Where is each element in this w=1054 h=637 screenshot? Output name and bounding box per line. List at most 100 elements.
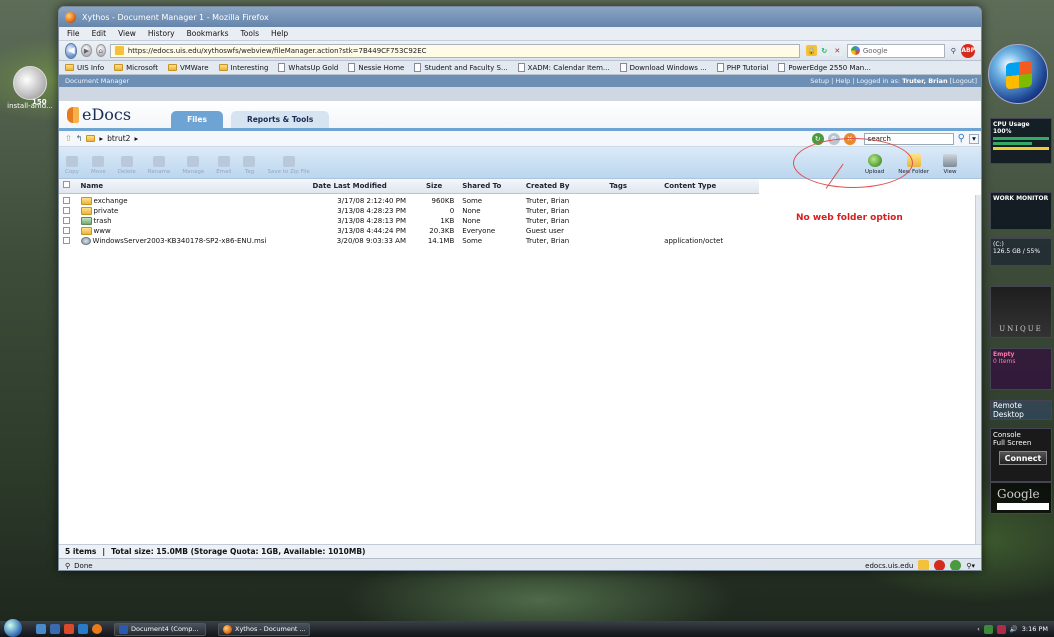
start-button[interactable] — [4, 619, 22, 637]
toolbar-rename-button[interactable]: Rename — [148, 156, 170, 175]
app-launch-icon[interactable] — [64, 624, 74, 634]
file-name[interactable]: WindowsServer2003-KB340178-SP2-x86-ENU.m… — [93, 237, 267, 245]
show-desktop-icon[interactable] — [36, 624, 46, 634]
menu-item-help[interactable]: Help — [271, 29, 288, 38]
taskbar-item-document4[interactable]: Document4 (Comp... — [114, 622, 206, 636]
google-search-input[interactable] — [997, 503, 1049, 510]
bookmark-item[interactable]: PHP Tutorial — [716, 63, 768, 72]
table-row[interactable]: private 3/13/08 4:28:23 PM 0 None Truter, Br… — [59, 206, 759, 216]
lock-icon[interactable]: 🔒 — [805, 45, 817, 56]
switch-windows-icon[interactable] — [50, 624, 60, 634]
file-name-cell[interactable]: WindowsServer2003-KB340178-SP2-x86-ENU.m… — [77, 236, 290, 246]
shared-cell[interactable]: Some — [458, 236, 522, 246]
status-ok-icon[interactable] — [950, 560, 962, 570]
menu-item-view[interactable]: View — [118, 29, 136, 38]
column-header-name[interactable]: Name — [76, 179, 290, 194]
back-arrow-icon[interactable]: ↰ — [76, 134, 83, 143]
menu-item-edit[interactable]: Edit — [92, 29, 107, 38]
url-input[interactable]: https://edocs.uis.edu/xythoswfs/webview/… — [109, 43, 800, 58]
file-name-cell[interactable]: exchange — [77, 196, 290, 206]
row-checkbox[interactable] — [63, 206, 70, 214]
tab-files[interactable]: Files — [171, 111, 223, 128]
window-titlebar[interactable]: Xythos - Document Manager 1 - Mozilla Fi… — [59, 7, 981, 27]
row-select[interactable] — [59, 216, 77, 226]
shared-cell[interactable]: None — [458, 216, 522, 226]
column-header-shared-to[interactable]: Shared To — [458, 179, 522, 194]
row-checkbox[interactable] — [63, 196, 70, 204]
breadcrumb-current[interactable]: btrut2 — [107, 134, 130, 143]
file-name[interactable]: trash — [94, 217, 112, 225]
tab-reports-tools[interactable]: Reports & Tools — [230, 111, 330, 128]
toolbar-manage-button[interactable]: Manage — [182, 156, 204, 175]
search-icon[interactable]: ⚲ — [949, 45, 957, 56]
file-name-cell[interactable]: private — [77, 206, 290, 216]
column-header-size[interactable]: Size — [409, 179, 459, 194]
select-all-header[interactable] — [59, 179, 77, 194]
bookmark-item[interactable]: Student and Faculty S... — [414, 63, 508, 72]
bookmark-item[interactable]: PowerEdge 2550 Man... — [778, 63, 871, 72]
stop-icon[interactable]: ✕ — [831, 45, 843, 56]
tray-network-icon[interactable] — [983, 624, 993, 634]
toolbar-email-button[interactable]: Email — [216, 156, 231, 175]
file-name[interactable]: private — [94, 207, 119, 215]
column-header-created-by[interactable]: Created By — [521, 179, 606, 194]
logout-link[interactable]: [Logout] — [950, 77, 977, 85]
column-header-content-type[interactable]: Content Type — [660, 179, 759, 194]
row-checkbox[interactable] — [63, 236, 70, 244]
menu-item-bookmarks[interactable]: Bookmarks — [187, 29, 229, 38]
shared-cell[interactable]: Everyone — [458, 226, 522, 236]
firefox-launch-icon[interactable] — [92, 624, 102, 634]
header-links[interactable]: Setup | Help | Logged in as: — [810, 77, 900, 85]
table-row[interactable]: www 3/13/08 4:44:24 PM 20.3KB Everyone Guest… — [59, 226, 759, 236]
toolbar-move-button[interactable]: Move — [91, 156, 106, 175]
toolbar-delete-button[interactable]: Delete — [118, 156, 136, 175]
bookmark-item[interactable]: Download Windows ... — [619, 63, 707, 72]
clock[interactable]: 3:16 PM — [1022, 625, 1048, 633]
menu-item-file[interactable]: File — [67, 29, 80, 38]
file-name[interactable]: www — [94, 227, 111, 235]
bookmark-item[interactable]: UIS Info — [65, 64, 104, 72]
reload-icon[interactable]: ↻ — [818, 45, 830, 56]
row-select[interactable] — [59, 196, 77, 206]
search-engine-input[interactable]: Google — [846, 43, 946, 58]
ssl-lock-icon[interactable] — [918, 560, 930, 570]
toolbar-tag-button[interactable]: Tag — [243, 156, 256, 175]
file-name[interactable]: exchange — [94, 197, 128, 205]
recycle-bin-gadget[interactable]: Empty 0 Items — [990, 348, 1052, 390]
bookmark-item[interactable]: XADM: Calendar Item... — [517, 63, 610, 72]
back-button[interactable]: ◀ — [65, 42, 78, 59]
menu-item-tools[interactable]: Tools — [241, 29, 259, 38]
connect-button[interactable]: Connect — [999, 451, 1047, 465]
bookmark-item[interactable]: Interesting — [218, 64, 268, 72]
tray-chevron-icon[interactable]: ‹ — [977, 625, 980, 633]
forward-button[interactable]: ▶ — [81, 44, 92, 57]
up-arrow-icon[interactable]: ⇧ — [65, 134, 72, 143]
taskbar-item-xythos[interactable]: Xythos - Document ... — [218, 622, 310, 636]
file-name-cell[interactable]: www — [77, 226, 290, 236]
search-options-dropdown[interactable]: ▾ — [969, 133, 979, 144]
adblock-icon[interactable]: ABP — [961, 43, 975, 58]
row-select[interactable] — [59, 236, 77, 246]
toolbar-save-to-zip-file-button[interactable]: Save to Zip File — [267, 156, 310, 175]
table-row[interactable]: exchange 3/17/08 2:12:40 PM 960KB Some Trute… — [59, 196, 759, 206]
row-select[interactable] — [59, 206, 77, 216]
file-search-icon[interactable]: ⚲ — [958, 133, 965, 144]
ie-icon[interactable] — [78, 624, 88, 634]
volume-icon[interactable]: 🔊 — [1010, 625, 1018, 633]
fullscreen-option[interactable]: Full Screen — [993, 439, 1049, 447]
row-checkbox[interactable] — [63, 226, 70, 234]
tray-app-icon[interactable] — [996, 624, 1006, 634]
zoom-icon[interactable]: ⚲▾ — [966, 562, 975, 570]
home-button[interactable]: ⌂ — [95, 44, 106, 57]
bookmark-item[interactable]: VMWare — [167, 64, 209, 72]
bookmark-item[interactable]: WhatsUp Gold — [278, 63, 338, 72]
addon-icon[interactable] — [934, 560, 946, 570]
bookmark-item[interactable]: Nessie Home — [348, 63, 404, 72]
row-checkbox[interactable] — [63, 216, 70, 224]
menu-item-history[interactable]: History — [148, 29, 175, 38]
vertical-scrollbar[interactable] — [975, 195, 981, 570]
toolbar-view-button[interactable]: View — [943, 154, 957, 175]
shared-cell[interactable]: Some — [458, 196, 522, 206]
row-select[interactable] — [59, 226, 77, 236]
table-row[interactable]: trash 3/13/08 4:28:13 PM 1KB None Truter, Br… — [59, 216, 759, 226]
